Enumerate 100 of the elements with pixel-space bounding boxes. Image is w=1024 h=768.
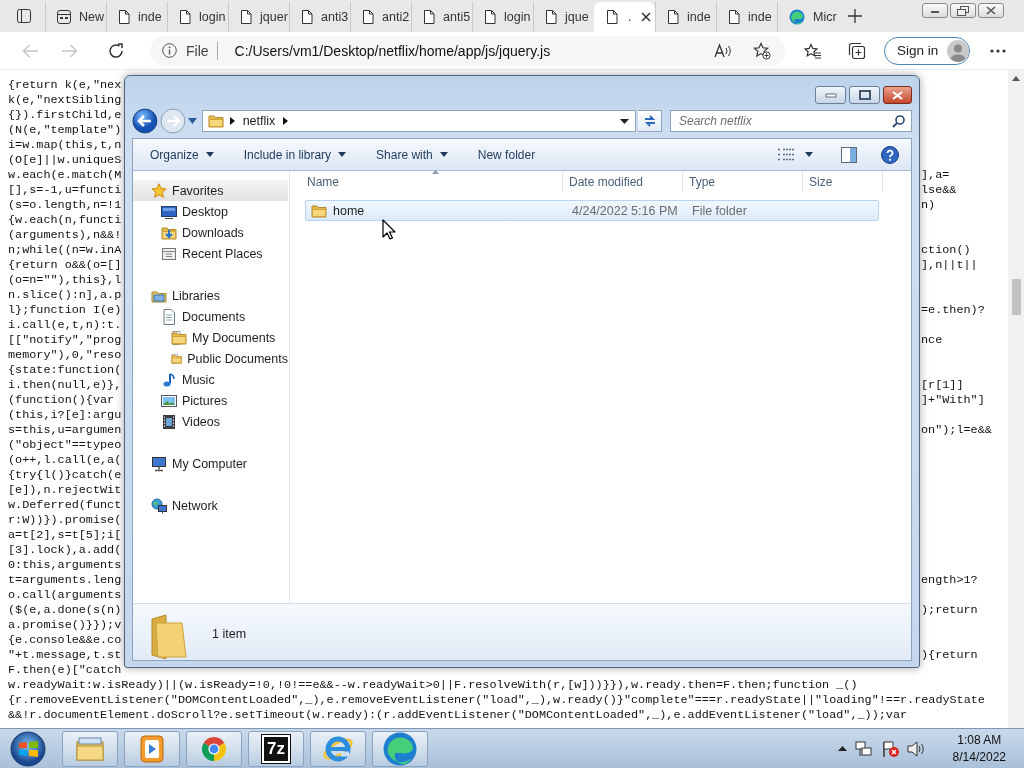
close-button[interactable] [883,86,912,104]
info-icon [162,43,177,58]
sign-in-button[interactable]: Sign in [884,36,970,65]
read-aloud-icon[interactable] [714,42,732,59]
close-button[interactable] [978,3,1004,18]
back-button[interactable] [132,108,158,134]
favorites-icon[interactable] [804,42,822,59]
code-line: o.call(arguments [8,588,122,603]
edge-icon [383,731,417,766]
folder-icon [207,113,224,129]
network-icon [151,497,167,514]
code-line: w.Deferred(funct [8,498,122,513]
add-favorite-icon[interactable] [753,41,771,60]
minimize-icon [824,92,837,98]
preview-pane-icon[interactable] [841,146,857,163]
plus-icon[interactable] [848,9,862,23]
file-row[interactable]: home 4/24/2022 5:16 PM File folder [305,200,879,221]
refresh-button[interactable] [638,110,662,132]
toolbar-button[interactable]: New folder [468,142,545,167]
more-icon[interactable] [990,48,1006,53]
nav-item[interactable]: Favorites [133,180,288,201]
taskbar-button[interactable] [124,730,180,767]
nav-item[interactable]: Documents [133,306,288,327]
chevron-icon[interactable] [229,117,235,125]
recent-places-icon [161,245,177,262]
code-line: {try{l()}catch(e [8,468,122,483]
minimize-button[interactable] [815,86,846,104]
nav-item[interactable]: Desktop [133,201,288,222]
item-count: 1 item [212,627,247,641]
edge-icon [789,9,805,25]
code-line: =e.then)? [921,303,985,318]
taskbar-button[interactable] [186,730,242,767]
film-icon [161,413,177,430]
address-field[interactable]: File C:/Users/vm1/Desktop/netflix/home/app/js/jquery.js [150,35,785,66]
help-icon[interactable] [881,145,899,164]
breadcrumb-item[interactable]: netflix [240,114,278,128]
history-caret-icon[interactable] [187,118,197,124]
code-line: [e]),n.rejectWit [8,483,122,498]
new-tab-icon [57,10,71,24]
taskbar-button[interactable] [372,730,428,767]
nav-item[interactable]: Network [133,495,288,516]
document-icon [118,10,130,24]
code-line: s=this,u=argumen [8,423,122,438]
search-field[interactable]: Search netflix [670,110,912,132]
code-line: nce [921,333,943,348]
column-header[interactable]: Name [301,171,563,192]
refresh-icon[interactable] [108,42,124,59]
toolbar-button[interactable]: Include in library [234,142,356,167]
code-line: r:W))}).promise( [8,513,122,528]
clock-time: 1:08 AM [957,733,1002,747]
code-line: F.then(e)["catch [8,663,122,678]
start-orb-icon[interactable] [8,729,48,768]
code-line: 0:this,arguments [8,558,122,573]
taskbar-button[interactable] [310,730,366,767]
restore-button[interactable] [950,3,976,18]
taskbar-button[interactable]: 7z [248,730,304,767]
chevron-icon[interactable] [283,117,289,125]
code-line: ction() [921,243,971,258]
code-line: (o=n=""),this},l [8,273,122,288]
toolbar-button[interactable]: Organize [141,142,223,167]
column-header[interactable]: Size [803,171,883,192]
nav-item[interactable]: Music [133,369,288,390]
minimize-button[interactable] [922,3,948,18]
show-hidden-icons-icon[interactable] [837,746,847,751]
browser-tab[interactable]: . [594,2,655,32]
code-line: (o++,l.call(e,a( [8,453,122,468]
nav-item[interactable]: My Computer [133,453,288,474]
close-icon [986,6,996,15]
code-line: (this,i?[e]:argu [8,408,122,423]
network-icon[interactable] [854,740,873,757]
scroll-thumb[interactable] [1011,279,1021,315]
code-line: [3].lock),a.add( [8,543,122,558]
code-line: l};function I(e) [8,303,122,318]
column-header[interactable]: Date modified [563,171,683,192]
nav-item[interactable]: Public Documents [133,348,288,369]
flag-warning-icon[interactable] [880,739,899,758]
address-bar[interactable]: netflix [201,110,637,132]
code-line: n.slice():n],a.p [8,288,122,303]
column-header[interactable]: Type [683,171,803,192]
dropdown-caret-icon[interactable] [620,118,630,124]
caret-icon[interactable] [805,152,813,157]
tab-actions-icon[interactable] [17,9,31,23]
collections-icon[interactable] [848,41,866,60]
close-icon[interactable] [641,12,652,22]
nav-item[interactable]: Downloads [133,222,288,243]
document-icon [179,10,191,24]
scroll-up-icon[interactable] [1012,76,1020,81]
nav-item[interactable]: Libraries [133,285,288,306]
nav-item[interactable]: My Documents [133,327,288,348]
code-line: {r.removeEventListener("DOMContentLoaded",_),e.removeEventListener("load",_),w.ready()}"complete"===r.readyState||"loading"!==r.readyState [8,693,985,707]
nav-item[interactable]: Recent Places [133,243,288,264]
toolbar-button[interactable]: Share with [367,142,457,167]
nav-item[interactable]: Videos [133,411,288,432]
code-line: i.then(null,e)}, [8,378,122,393]
restore-icon [957,5,969,16]
speaker-icon[interactable] [906,740,925,757]
maximize-button[interactable] [849,86,880,104]
nav-item[interactable]: Pictures [133,390,288,411]
view-options-icon[interactable] [778,148,795,161]
mouse-pointer-icon [382,219,396,240]
